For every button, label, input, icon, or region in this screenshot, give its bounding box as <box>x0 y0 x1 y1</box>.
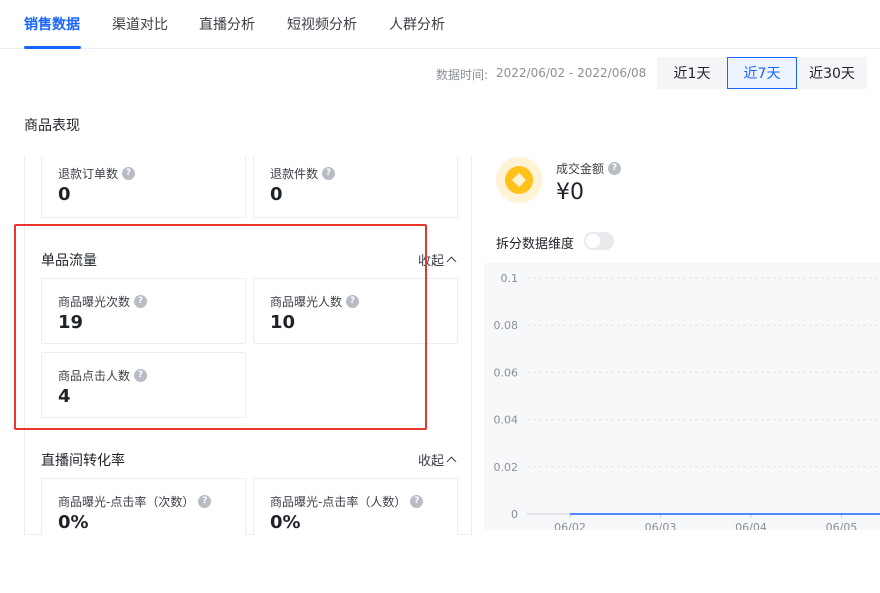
tab-short-video-analysis[interactable]: 短视频分析 <box>287 14 357 34</box>
help-icon[interactable]: ? <box>198 495 212 508</box>
help-icon[interactable]: ? <box>322 167 336 180</box>
gmv-label: 成交金额 <box>556 162 605 176</box>
y-tick-label: 0.08 <box>494 319 519 332</box>
help-icon[interactable]: ? <box>410 495 424 508</box>
split-dimension-label: 拆分数据维度 <box>496 237 575 252</box>
help-icon[interactable]: ? <box>122 167 136 180</box>
highlight-box <box>14 224 427 430</box>
tab-sales-data[interactable]: 销售数据 <box>24 14 80 34</box>
help-icon[interactable]: ? <box>608 162 622 175</box>
metric-label: 商品曝光-点击率（人数） <box>270 495 407 509</box>
sales-dashboard: 销售数据 渠道对比 直播分析 短视频分析 人群分析 数据时间: 2022/06/… <box>0 0 880 593</box>
range-1-day-button[interactable]: 近1天 <box>657 57 727 89</box>
section-title: 商品表现 <box>24 118 80 134</box>
y-tick-label: 0 <box>511 508 518 521</box>
x-tick-label: 06/05 <box>826 521 858 530</box>
y-tick-label: 0.06 <box>494 366 519 379</box>
live-conversion-title: 直播间转化率 <box>41 453 125 469</box>
y-tick-label: 0.1 <box>501 272 519 285</box>
collapse-label: 收起 <box>417 454 444 469</box>
gmv-trend-chart[interactable]: 0.1 0.08 0.06 0.04 0.02 0 06/02 06/03 06/04 06/05 <box>484 263 880 530</box>
ctr-times-card: 商品曝光-点击率（次数） ? 0% <box>41 478 246 535</box>
chevron-up-icon <box>446 456 457 466</box>
tab-audience-analysis[interactable]: 人群分析 <box>389 14 445 34</box>
gmv-label-row: 成交金额 ? <box>556 160 622 177</box>
chevron-up-icon <box>446 256 457 266</box>
metric-value: 0% <box>270 512 301 533</box>
tab-bar: 销售数据 渠道对比 直播分析 短视频分析 人群分析 <box>0 0 880 49</box>
date-range-value: 2022/06/02 - 2022/06/08 <box>496 66 647 80</box>
date-range-label: 数据时间: <box>436 68 489 82</box>
range-30-days-button[interactable]: 近30天 <box>797 57 867 89</box>
date-range-selector: 近1天 近7天 近30天 <box>657 57 867 89</box>
metric-value: 0 <box>270 184 283 205</box>
x-tick-label: 06/02 <box>554 521 586 530</box>
y-tick-label: 0.04 <box>494 414 519 427</box>
gmv-coin-icon <box>496 157 542 203</box>
metric-label: 退款订单数 <box>58 167 119 181</box>
x-tick-label: 06/03 <box>645 521 677 530</box>
y-tick-label: 0.02 <box>494 461 519 474</box>
range-7-days-button[interactable]: 近7天 <box>727 57 797 89</box>
toggle-knob <box>586 234 600 248</box>
metric-value: 0 <box>58 184 71 205</box>
active-tab-indicator <box>24 46 81 49</box>
live-conversion-collapse-toggle[interactable]: 收起 <box>417 450 457 469</box>
x-tick-label: 06/04 <box>735 521 767 530</box>
ctr-users-card: 商品曝光-点击率（人数） ? 0% <box>253 478 458 535</box>
metric-label: 退款件数 <box>270 167 319 181</box>
gmv-value: ¥0 <box>556 180 584 205</box>
metric-value: 0% <box>58 512 89 533</box>
refund-orders-card: 退款订单数 ? 0 <box>41 156 246 218</box>
metric-label: 商品曝光-点击率（次数） <box>58 495 195 509</box>
tab-live-analysis[interactable]: 直播分析 <box>199 14 255 34</box>
tab-channel-compare[interactable]: 渠道对比 <box>112 14 168 34</box>
split-dimension-toggle[interactable] <box>584 232 614 250</box>
refund-items-card: 退款件数 ? 0 <box>253 156 458 218</box>
